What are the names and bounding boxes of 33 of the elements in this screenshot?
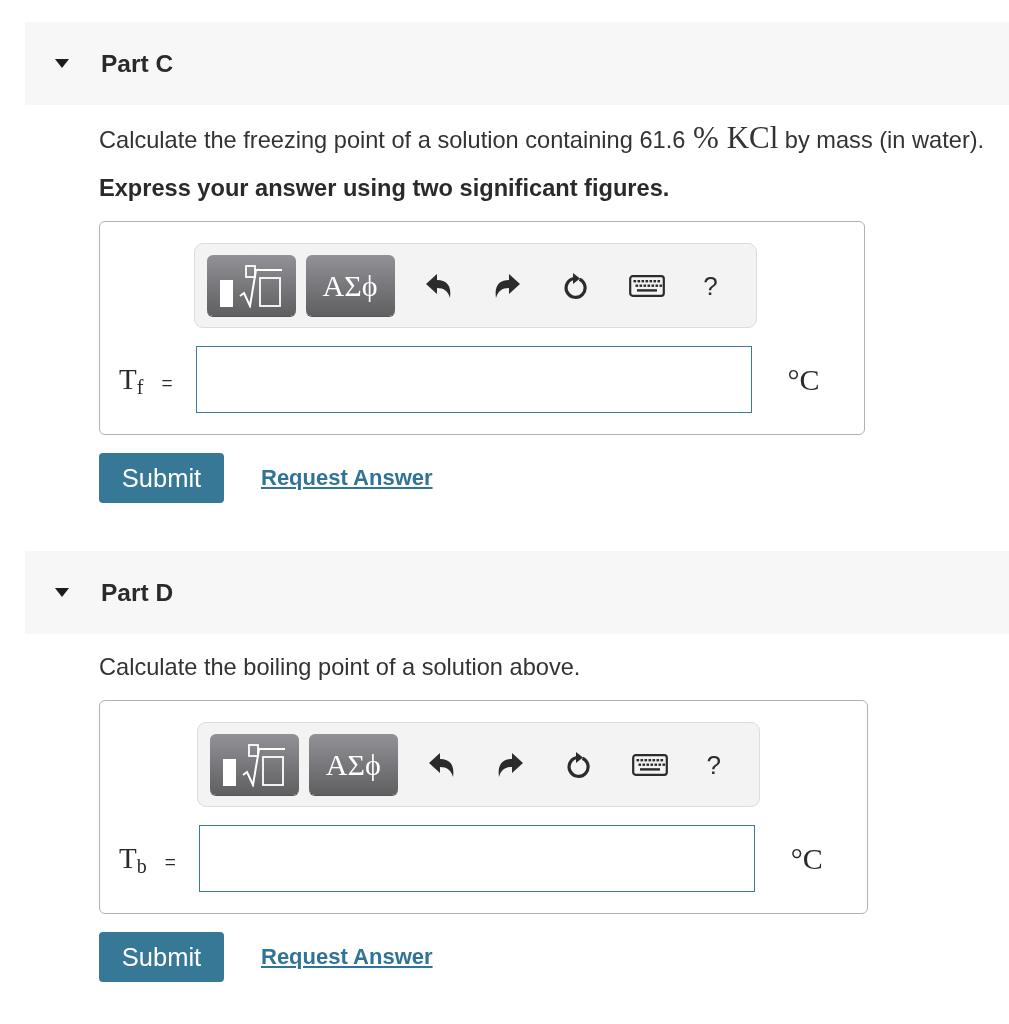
greek-symbols-button[interactable]: ΑΣϕ xyxy=(305,255,395,316)
submit-button[interactable]: Submit xyxy=(99,453,224,503)
square-root-template-icon xyxy=(222,742,287,787)
greek-symbols-button[interactable]: ΑΣϕ xyxy=(308,734,398,795)
redo-icon[interactable] xyxy=(493,273,520,298)
collapse-triangle-icon[interactable] xyxy=(55,59,69,68)
variable-label: T$_{b}$ = xyxy=(119,842,176,875)
help-button[interactable]: ? xyxy=(706,751,722,778)
unit-label: °C xyxy=(787,362,820,397)
submit-button[interactable]: Submit xyxy=(99,932,224,982)
part-title: Part C xyxy=(101,49,174,78)
request-answer-link[interactable]: Request Answer xyxy=(261,465,433,491)
square-root-template-icon xyxy=(219,263,283,308)
templates-button[interactable] xyxy=(209,734,299,795)
help-button[interactable]: ? xyxy=(703,272,718,299)
undo-icon[interactable] xyxy=(428,752,455,777)
question-text: Calculate the freezing point of a solution containing 61.6 % KCl by mass (in water). xyxy=(99,123,986,155)
reset-icon[interactable] xyxy=(561,272,588,299)
undo-icon[interactable] xyxy=(425,273,452,298)
keyboard-icon[interactable] xyxy=(631,753,668,776)
instruction-text: Express your answer using two significant figures. xyxy=(99,174,671,203)
request-answer-link[interactable]: Request Answer xyxy=(261,944,433,970)
question-text: Calculate the boiling point of a solution above. xyxy=(99,653,582,682)
redo-icon[interactable] xyxy=(496,752,523,777)
unit-label: °C xyxy=(790,841,823,876)
answer-input[interactable] xyxy=(198,825,755,892)
keyboard-icon[interactable] xyxy=(628,274,665,297)
part-title: Part D xyxy=(101,578,174,607)
collapse-triangle-icon[interactable] xyxy=(55,588,69,597)
reset-icon[interactable] xyxy=(564,751,591,778)
templates-button[interactable] xyxy=(206,255,296,316)
answer-input[interactable] xyxy=(195,346,752,413)
variable-label: T$_{f}$ = xyxy=(119,363,173,396)
